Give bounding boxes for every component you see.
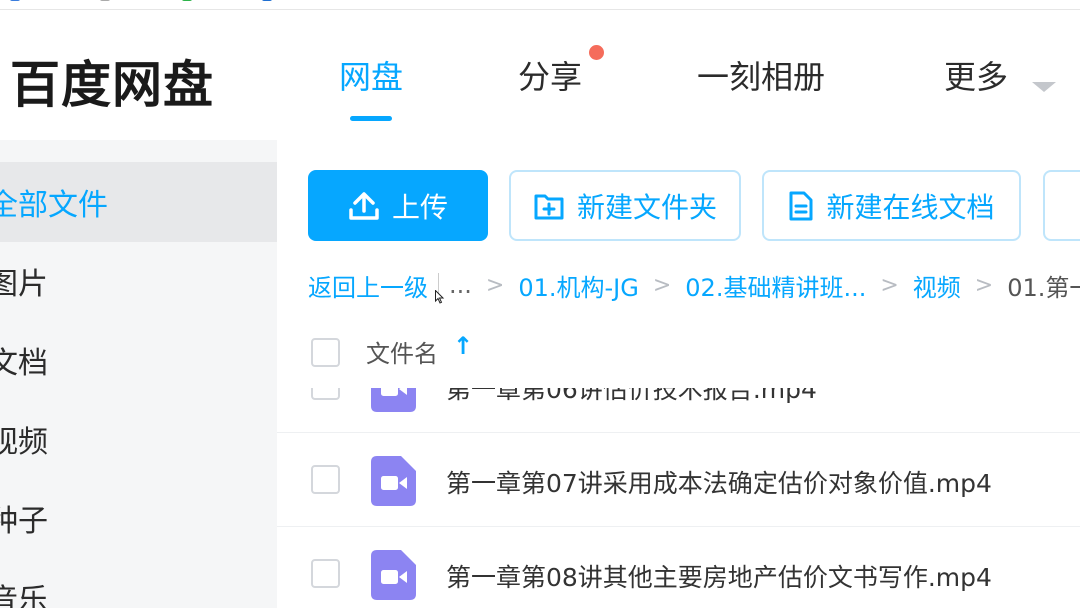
nav-tab-netdisk[interactable]: 网盘: [339, 52, 403, 98]
bookmark-item[interactable]: [262, 0, 272, 1]
table-row[interactable]: 第一章第07讲采用成本法确定估价对象价值.mp4: [277, 434, 1080, 527]
new-folder-button[interactable]: 新建文件夹: [509, 170, 741, 241]
file-list-header: 文件名 ↑: [277, 330, 1080, 388]
bookmark-item[interactable]: [100, 0, 110, 1]
file-list: 第一章第06讲估价技术报告.mp4 第一章第07讲采用成本法确定估价对象价值.m…: [277, 388, 1080, 608]
column-filename[interactable]: 文件名: [366, 334, 438, 369]
new-online-doc-button[interactable]: 新建在线文档: [762, 170, 1021, 241]
breadcrumb-item[interactable]: 01.机构-JG: [518, 268, 639, 303]
folder-plus-icon: [534, 194, 564, 219]
select-all-checkbox[interactable]: [311, 338, 340, 367]
nav-tab-album[interactable]: 一刻相册: [697, 52, 825, 98]
nav-tab-more[interactable]: 更多: [944, 52, 1008, 98]
main-content: 上传 新建文件夹 新建在线文档 返回上一级 ... > 01.机构-JG > 0…: [277, 140, 1080, 608]
breadcrumb-item[interactable]: 02.基础精讲班...: [685, 268, 866, 303]
nav-active-indicator: [350, 116, 392, 121]
upload-button-label: 上传: [391, 190, 448, 224]
bookmark-item[interactable]: [10, 0, 20, 1]
breadcrumb-separator: >: [880, 272, 899, 298]
file-name[interactable]: 第一章第08讲其他主要房地产估价文书写作.mp4: [446, 558, 992, 594]
app-logo[interactable]: 百度网盘: [10, 45, 214, 117]
sidebar-item-music[interactable]: 音乐: [0, 557, 277, 608]
table-row[interactable]: 第一章第08讲其他主要房地产估价文书写作.mp4: [277, 528, 1080, 608]
sidebar-item-videos[interactable]: 视频: [0, 399, 277, 479]
breadcrumb-separator: >: [652, 272, 672, 298]
share-notification-dot: [589, 45, 604, 60]
new-online-doc-button-label: 新建在线文档: [826, 190, 995, 224]
upload-icon: [349, 191, 379, 220]
row-checkbox[interactable]: [311, 388, 340, 400]
video-file-icon: [371, 456, 416, 506]
mouse-cursor-icon: [435, 290, 445, 304]
breadcrumb-back-link[interactable]: 返回上一级: [308, 268, 428, 303]
sidebar: 全部文件 图片 文档 视频 种子 音乐: [0, 140, 277, 608]
file-name[interactable]: 第一章第07讲采用成本法确定估价对象价值.mp4: [446, 464, 992, 500]
row-checkbox[interactable]: [311, 559, 340, 588]
table-row[interactable]: 第一章第06讲估价技术报告.mp4: [277, 388, 1080, 433]
document-icon: [789, 191, 813, 220]
breadcrumb-item[interactable]: 视频: [913, 268, 961, 303]
bookmark-item[interactable]: [182, 0, 192, 1]
breadcrumb-separator: >: [485, 272, 505, 298]
video-file-icon: [371, 388, 416, 412]
sidebar-item-all-files[interactable]: 全部文件: [0, 162, 277, 242]
new-folder-button-label: 新建文件夹: [576, 190, 717, 224]
breadcrumb: 返回上一级 ... > 01.机构-JG > 02.基础精讲班... > 视频 …: [308, 268, 1080, 302]
breadcrumb-current: 01.第一章: [1007, 273, 1080, 302]
nav-tab-share[interactable]: 分享: [518, 52, 582, 98]
toolbar-more-button[interactable]: [1043, 170, 1080, 241]
top-header: 百度网盘 网盘 分享 一刻相册 更多: [0, 10, 1080, 140]
chevron-down-icon[interactable]: [1032, 82, 1056, 92]
sort-ascending-icon[interactable]: ↑: [453, 332, 473, 360]
file-name[interactable]: 第一章第06讲估价技术报告.mp4: [446, 388, 817, 406]
bookmarks-bar: [0, 0, 1080, 10]
sidebar-item-images[interactable]: 图片: [0, 241, 277, 321]
breadcrumb-ellipsis[interactable]: ...: [449, 271, 472, 299]
upload-button[interactable]: 上传: [308, 170, 488, 241]
sidebar-item-documents[interactable]: 文档: [0, 320, 277, 400]
video-file-icon: [371, 550, 416, 600]
sidebar-item-torrents[interactable]: 种子: [0, 478, 277, 558]
breadcrumb-separator: >: [974, 272, 994, 298]
row-checkbox[interactable]: [311, 465, 340, 494]
